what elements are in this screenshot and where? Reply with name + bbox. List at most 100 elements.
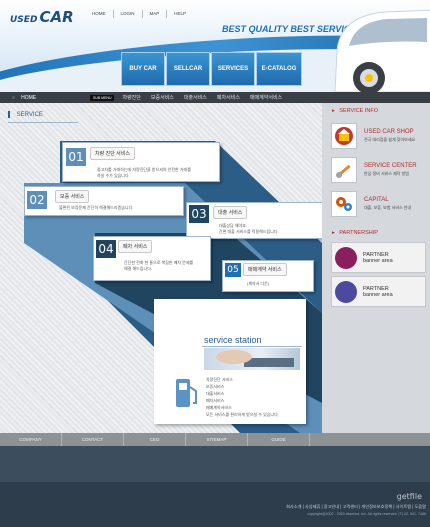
right-sidebar: ▸ SERVICE INFO USED CAR SHOP 전국 대리점을 쉽게 … (322, 103, 430, 433)
partner-name-1: PARTNER (363, 251, 389, 258)
sidebar-item-used-car-shop[interactable]: USED CAR SHOP 전국 대리점을 쉽게 찾아보세요 (331, 120, 426, 151)
partner-banner-2[interactable]: PARTNER banner area (331, 276, 426, 307)
service-card-02[interactable]: 02 보증 서비스 불편된 보증문제 간단히 해결해드리겠습니다. (24, 186, 184, 216)
card-number-03: 03 (189, 205, 209, 223)
footer-link-company[interactable]: COMPANY (0, 433, 62, 446)
sidebar-item-title-3: CAPITAL (364, 196, 389, 203)
station-list-item-3: 대출서비스 (206, 391, 225, 396)
double-arrow-icon: » (12, 94, 15, 101)
card-number-05: 05 (225, 263, 241, 277)
logo-big-text: CAR (39, 8, 74, 26)
gas-pump-icon (176, 379, 197, 407)
station-list-item-2: 보증서비스 (206, 384, 225, 389)
top-link-home[interactable]: HOME (89, 10, 113, 18)
sidebar-item-desc-3: 대출, 보증, 보험 서비스 안내 (364, 204, 412, 210)
main-nav-services[interactable]: SERVICES (211, 52, 255, 86)
partner-name-2: PARTNER (363, 285, 389, 292)
service-card-03[interactable]: 03 대출 서비스 대출상담 해야죠. 간편 대출 서비스를 적용해드립니다. (186, 202, 322, 239)
sidebar-item-title-2: SERVICE CENTER (364, 162, 417, 169)
main-nav-buy-car[interactable]: BUY CAR (121, 52, 165, 86)
car-illustration (334, 9, 430, 92)
card-title-02: 보증 서비스 (55, 190, 90, 203)
globe-icon (335, 246, 357, 269)
card-number-01: 01 (66, 148, 86, 166)
header: USED CAR HOME LOGIN MAP HELP BEST QUALIT… (0, 0, 430, 92)
sidebar-item-title-1: USED CAR SHOP (364, 128, 414, 135)
footer-copyright: copyright@2002 - 2003 vitamind, Inc. All… (307, 512, 426, 516)
sidebar-item-capital[interactable]: CAPITAL 대출, 보증, 보험 서비스 안내 (331, 188, 426, 219)
card-desc-01-line-2: 하실 수가 있습니다. (97, 172, 130, 178)
card-number-02: 02 (27, 191, 47, 209)
station-list-item-4: 폐차서비스 (206, 398, 225, 403)
sub-nav-item-loan[interactable]: 대출서비스 (184, 94, 207, 101)
main-nav: BUY CAR SELLCAR SERVICES E-CATALOG (121, 52, 303, 86)
footer-link-guide[interactable]: GUIDE (248, 433, 310, 446)
sub-menu-tag: SUB MENU (90, 94, 115, 101)
partner-banner-1[interactable]: PARTNER banner area (331, 242, 426, 273)
sidebar-item-desc-2: 안심 정비 서비스 제작 방법 (364, 170, 409, 176)
sub-nav-item-contract[interactable]: 매매계약서비스 (250, 94, 282, 101)
card-desc-03-line-2: 간편 대출 서비스를 적용해드립니다. (219, 228, 279, 234)
sub-nav-item-scrap[interactable]: 폐차서비스 (217, 94, 240, 101)
footer-nav: COMPANY CONTACT CEO SITEMAP GUIDE (0, 433, 430, 446)
shop-icon (331, 122, 357, 149)
main-nav-sell-car[interactable]: SELLCAR (166, 52, 210, 86)
station-list-item-6: 모든 서비스를 편리하게 받으실 수 있습니다. (206, 412, 279, 417)
main-content: SERVICE 01 차량 진단 서비스 중고차를 거래하는데 차량진단을 받으… (0, 103, 322, 433)
partner-sub-2: banner area (363, 291, 393, 298)
car-badge-icon (335, 280, 357, 303)
card-desc-02-line-1: 불편된 보증문제 간단히 해결해드리겠습니다. (59, 205, 134, 210)
footer-band (0, 446, 430, 482)
card-desc-01: 중고차를 거래하는데 차량진단을 받으셔야 안전한 거래를 하실 수가 있습니다… (97, 167, 191, 178)
station-list-item-1: 차량진단 서비스 (206, 377, 233, 382)
sidebar-item-desc-1: 전국 대리점을 쉽게 찾아보세요 (364, 136, 416, 142)
top-link-help[interactable]: HELP (166, 10, 193, 18)
service-info-title-text: SERVICE INFO (339, 108, 379, 114)
main-nav-e-catalog[interactable]: E-CATALOG (256, 52, 302, 86)
keyboard-photo (204, 348, 300, 370)
service-station-box: service station 차량진단 서비스 보증서비스 대출서비스 폐차서… (154, 299, 306, 424)
footer-link-ceo[interactable]: CEO (124, 433, 186, 446)
service-station-title: service station (204, 335, 262, 345)
partnership-title-text: PARTNERSHIP (339, 230, 378, 236)
partner-sub-1: banner area (363, 257, 393, 264)
footer-link-contact[interactable]: CONTACT (62, 433, 124, 446)
service-info-title: ▸ SERVICE INFO (322, 103, 430, 117)
partnership-title: ▸ PARTNERSHIP (322, 225, 430, 239)
service-card-01[interactable]: 01 차량 진단 서비스 중고차를 거래하는데 차량진단을 받으셔야 안전한 거… (62, 142, 220, 182)
footer-links[interactable]: 회사소개 | 사업제휴 | 광고안내 | 고객센터 | 개인정보보호정책 | 사… (286, 504, 426, 510)
card-desc-05: (계약서 다운) (247, 281, 269, 287)
sub-nav-item-diagnosis[interactable]: 차량진단 (122, 94, 140, 101)
sub-nav-home-label: HOME (21, 94, 37, 101)
card-desc-02: 불편된 보증문제 간단히 해결해드리겠습니다. (59, 205, 133, 211)
logo[interactable]: USED CAR (10, 8, 74, 26)
service-card-04[interactable]: 04 폐차 서비스 간단한 전화 한 통으로 복잡한 폐차 문제를 해결 해드립… (93, 236, 211, 281)
card-title-05: 매매계약 서비스 (243, 263, 287, 276)
triangle-bullet-icon: ▸ (332, 108, 335, 114)
footer: getfile 회사소개 | 사업제휴 | 광고안내 | 고객센터 | 개인정보… (0, 446, 430, 527)
sub-nav-home[interactable]: » HOME (0, 95, 90, 101)
station-list-item-5: 매매계약서비스 (206, 405, 232, 410)
sidebar-item-service-center[interactable]: SERVICE CENTER 안심 정비 서비스 제작 방법 (331, 154, 426, 185)
sub-nav-item-warranty[interactable]: 보증서비스 (151, 94, 174, 101)
card-title-03: 대출 서비스 (213, 206, 248, 219)
card-desc-04-line-2: 해결 해드립니다. (124, 265, 152, 271)
card-desc-04-line-1: 간단한 전화 한 통으로 복잡한 폐차 문제를 (124, 260, 194, 265)
footer-logo: getfile (396, 492, 422, 501)
service-station-list: 차량진단 서비스 보증서비스 대출서비스 폐차서비스 매매계약서비스 모든 서비… (206, 376, 279, 418)
top-link-login[interactable]: LOGIN (112, 10, 142, 18)
card-number-04: 04 (96, 240, 116, 258)
card-title-04: 폐차 서비스 (118, 240, 153, 253)
keyboard-hand-image (216, 350, 294, 367)
triangle-bullet-icon: ▸ (332, 230, 335, 236)
card-desc-05-line-1: (계약서 다운) (247, 281, 270, 286)
service-card-05[interactable]: 05 매매계약 서비스 (계약서 다운) (222, 260, 314, 292)
card-desc-03: 대출상담 해야죠. 간편 대출 서비스를 적용해드립니다. (219, 223, 279, 234)
card-title-01: 차량 진단 서비스 (90, 147, 135, 160)
footer-link-sitemap[interactable]: SITEMAP (186, 433, 248, 446)
sub-nav: » HOME SUB MENU 차량진단 보증서비스 대출서비스 폐차서비스 매… (0, 92, 430, 103)
gears-icon (331, 190, 357, 217)
service-station-underline (202, 346, 302, 347)
card-desc-01-line-1: 중고차를 거래하는데 차량진단을 받으셔야 안전한 거래를 (97, 167, 191, 172)
top-link-map[interactable]: MAP (141, 10, 167, 18)
